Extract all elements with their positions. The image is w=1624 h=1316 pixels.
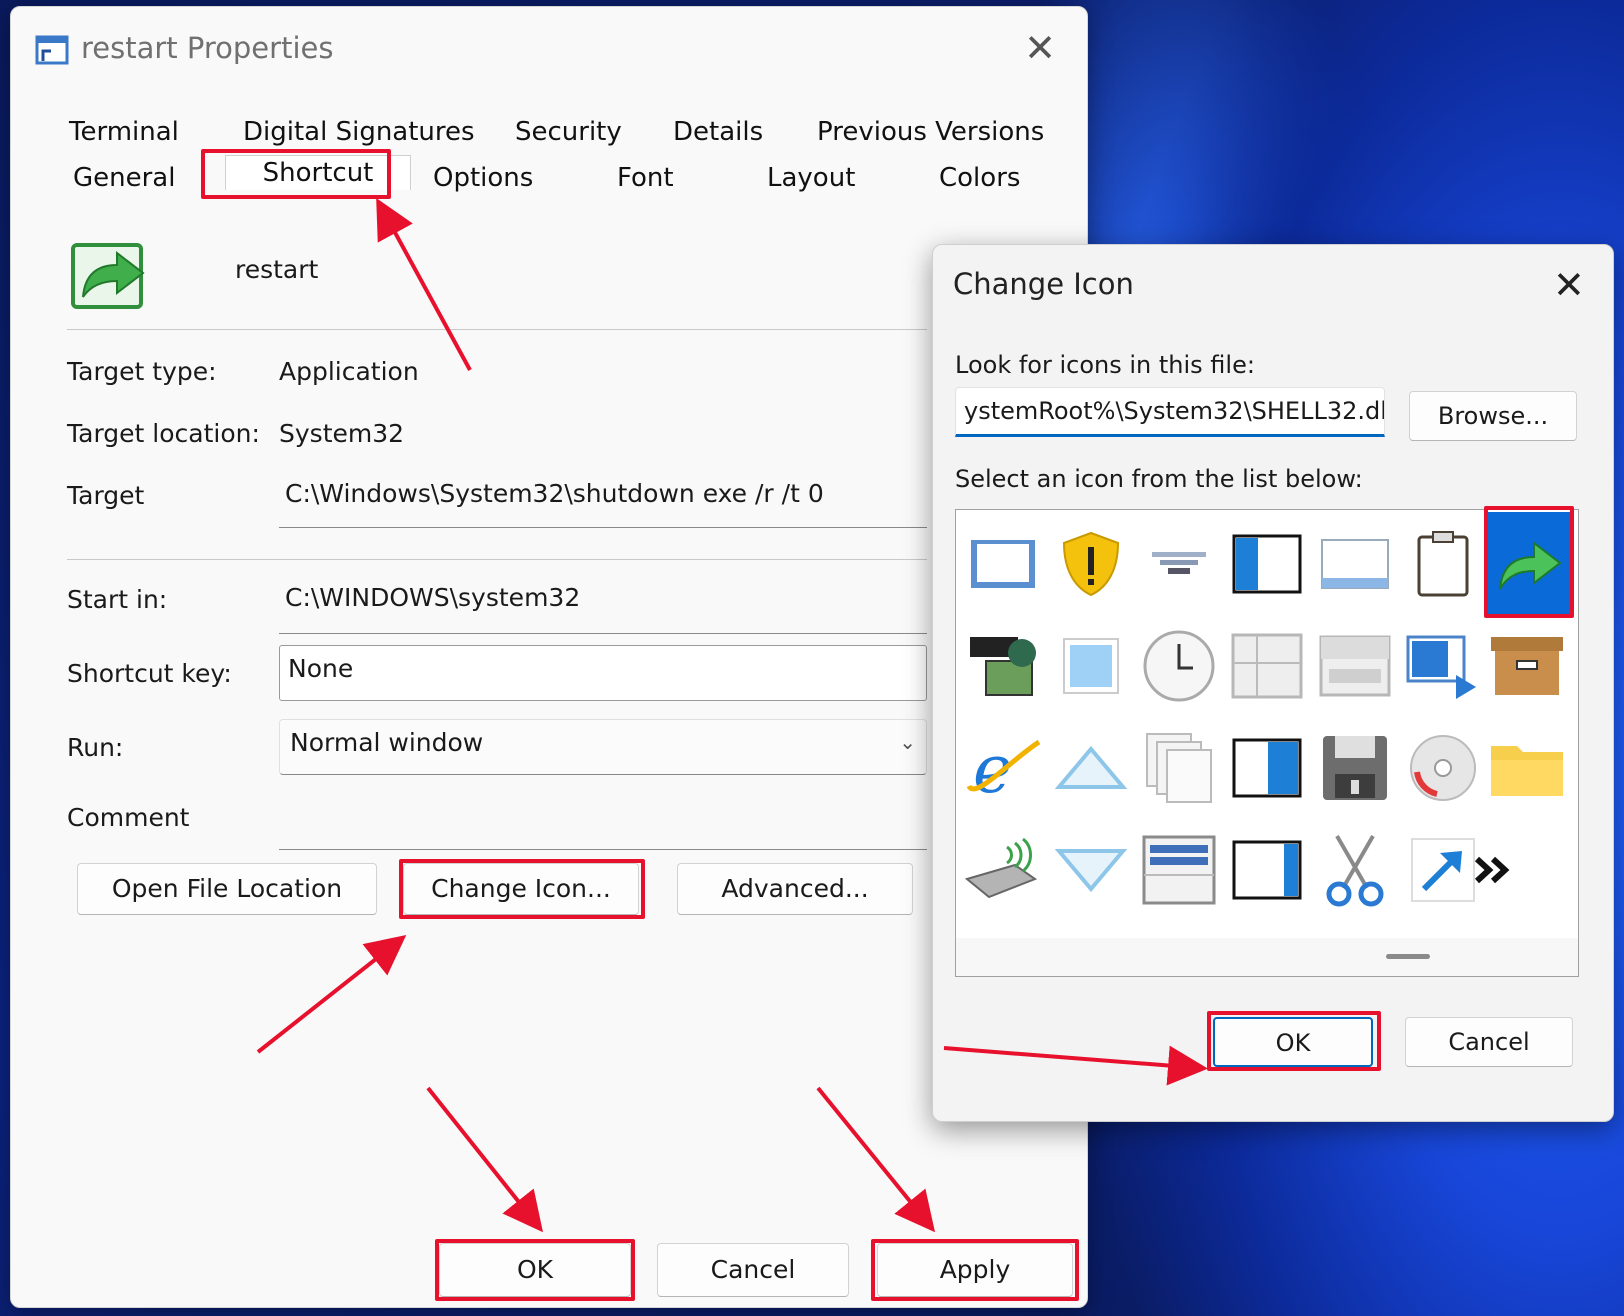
target-location-label: Target location:	[67, 419, 260, 448]
scissors-icon[interactable]	[1312, 822, 1398, 918]
comment-label: Comment	[67, 803, 190, 832]
icon-file-path-input[interactable]: ystemRoot%\System32\SHELL32.dll	[955, 387, 1385, 437]
grid-window-icon[interactable]	[1224, 618, 1310, 714]
look-for-icons-label: Look for icons in this file:	[955, 351, 1255, 379]
dialog-cancel-button[interactable]: Cancel	[1405, 1017, 1573, 1067]
target-location-value: System32	[279, 419, 405, 448]
highlight-box-change-icon	[399, 859, 645, 919]
start-in-label: Start in:	[67, 585, 168, 614]
network-icon[interactable]	[1136, 516, 1222, 612]
target-type-label: Target type:	[67, 357, 217, 386]
clock-icon[interactable]	[1136, 618, 1222, 714]
tab-layout[interactable]: Layout	[767, 163, 855, 193]
highlight-box-ok	[435, 1239, 635, 1301]
shortcut-arrow-icon	[71, 243, 145, 309]
target-input-underline	[279, 527, 927, 528]
window-title: restart Properties	[81, 31, 334, 65]
split-window-icon[interactable]	[1224, 516, 1310, 612]
half-window-icon[interactable]	[1224, 822, 1310, 918]
properties-window: restart Properties ✕ Terminal Digital Si…	[10, 6, 1088, 1308]
highlight-box-selected-icon	[1484, 506, 1574, 618]
clipboard-icon[interactable]	[1400, 516, 1486, 612]
tab-font[interactable]: Font	[617, 163, 674, 193]
shortcut-key-label: Shortcut key:	[67, 659, 232, 688]
table-window-icon[interactable]	[1136, 822, 1222, 918]
tab-options[interactable]: Options	[433, 163, 533, 193]
close-icon[interactable]: ✕	[1553, 263, 1585, 307]
tab-terminal[interactable]: Terminal	[69, 117, 179, 147]
media-icon[interactable]	[960, 618, 1046, 714]
square-icon[interactable]	[1048, 618, 1134, 714]
internet-explorer-icon[interactable]: e	[960, 720, 1046, 816]
start-in-underline	[279, 633, 927, 634]
divider	[67, 559, 927, 560]
archive-box-icon[interactable]	[1484, 618, 1570, 714]
tab-security[interactable]: Security	[515, 117, 622, 147]
triangle-down-icon[interactable]	[1048, 822, 1134, 918]
highlight-box-dialog-ok	[1207, 1011, 1381, 1071]
tab-colors[interactable]: Colors	[939, 163, 1020, 193]
change-icon-dialog: Change Icon ✕ Look for icons in this fil…	[932, 244, 1614, 1122]
tab-general[interactable]: General	[73, 163, 175, 193]
cancel-button[interactable]: Cancel	[657, 1243, 849, 1297]
shortcut-key-input[interactable]: None	[279, 645, 927, 701]
tab-details[interactable]: Details	[673, 117, 763, 147]
scrollbar-thumb[interactable]	[1386, 954, 1430, 959]
split-window-right-icon[interactable]	[1224, 720, 1310, 816]
tab-digital-signatures[interactable]: Digital Signatures	[243, 117, 475, 147]
target-label: Target	[67, 481, 145, 510]
window-play-icon[interactable]	[1400, 618, 1486, 714]
target-type-value: Application	[279, 357, 419, 386]
shield-warning-icon[interactable]	[1048, 516, 1134, 612]
advanced-button[interactable]: Advanced...	[677, 863, 913, 915]
stacked-pages-icon[interactable]	[1136, 720, 1222, 816]
usb-device-icon[interactable]	[960, 822, 1046, 918]
horizontal-scrollbar[interactable]	[956, 938, 1578, 976]
dashboard-window-icon[interactable]	[1312, 618, 1398, 714]
close-icon[interactable]: ✕	[1023, 29, 1057, 67]
dialog-title: Change Icon	[953, 267, 1134, 301]
blank-window-icon[interactable]	[1312, 516, 1398, 612]
chevron-down-icon: ⌄	[899, 730, 916, 754]
double-chevron-icon[interactable]	[1468, 822, 1518, 918]
select-icon-label: Select an icon from the list below:	[955, 465, 1363, 493]
triangle-up-icon[interactable]	[1048, 720, 1134, 816]
app-title-icon	[35, 35, 69, 65]
highlight-box-apply	[871, 1239, 1079, 1301]
run-label: Run:	[67, 733, 124, 762]
shortcut-name: restart	[235, 255, 319, 284]
run-select-value: Normal window	[290, 728, 484, 757]
folder-icon[interactable]	[1484, 720, 1570, 816]
highlight-box-shortcut-tab	[201, 149, 391, 199]
start-in-input[interactable]: C:\WINDOWS\system32	[285, 583, 580, 612]
tab-previous-versions[interactable]: Previous Versions	[817, 117, 1044, 147]
browse-button[interactable]: Browse...	[1409, 391, 1577, 441]
window-icon[interactable]	[960, 516, 1046, 612]
open-file-location-button[interactable]: Open File Location	[77, 863, 377, 915]
run-select[interactable]: Normal window ⌄	[279, 719, 927, 775]
target-input[interactable]: C:\Windows\System32\shutdown exe /r /t 0	[285, 479, 824, 508]
cd-drive-icon[interactable]	[1400, 720, 1486, 816]
divider	[67, 329, 927, 330]
floppy-disk-icon[interactable]	[1312, 720, 1398, 816]
comment-underline	[279, 849, 927, 850]
